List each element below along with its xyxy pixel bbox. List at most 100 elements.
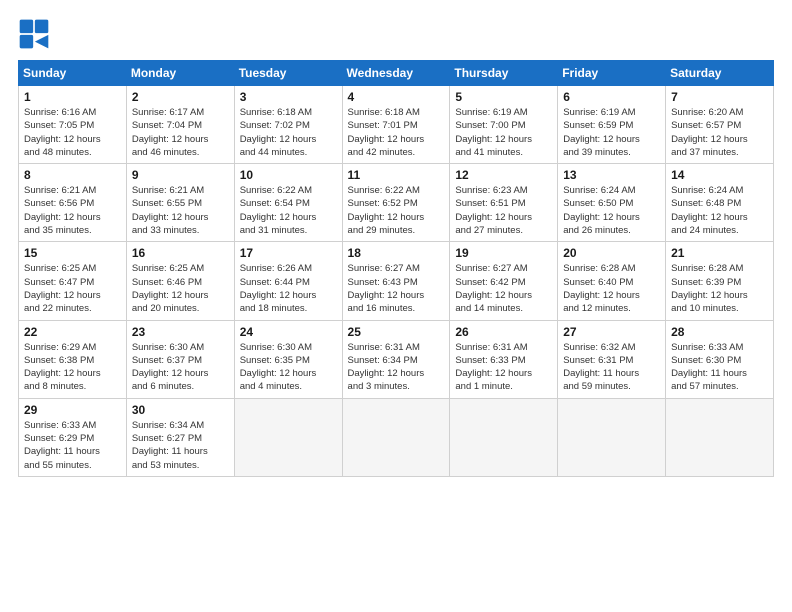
day-info: Sunrise: 6:22 AMSunset: 6:54 PMDaylight:… [240,184,337,237]
day-info: Sunrise: 6:25 AMSunset: 6:47 PMDaylight:… [24,262,121,315]
day-header-sunday: Sunday [19,61,127,86]
day-number: 9 [132,168,229,182]
calendar-table: SundayMondayTuesdayWednesdayThursdayFrid… [18,60,774,477]
day-number: 17 [240,246,337,260]
day-number: 10 [240,168,337,182]
day-number: 2 [132,90,229,104]
calendar-cell: 7 Sunrise: 6:20 AMSunset: 6:57 PMDaylight… [666,86,774,164]
day-info: Sunrise: 6:34 AMSunset: 6:27 PMDaylight:… [132,419,229,472]
calendar-cell: 16 Sunrise: 6:25 AMSunset: 6:46 PMDayligh… [126,242,234,320]
calendar-cell [666,398,774,476]
day-info: Sunrise: 6:27 AMSunset: 6:42 PMDaylight:… [455,262,552,315]
day-info: Sunrise: 6:28 AMSunset: 6:40 PMDaylight:… [563,262,660,315]
calendar-cell: 5 Sunrise: 6:19 AMSunset: 7:00 PMDaylight… [450,86,558,164]
day-info: Sunrise: 6:19 AMSunset: 6:59 PMDaylight:… [563,106,660,159]
calendar-cell: 25 Sunrise: 6:31 AMSunset: 6:34 PMDayligh… [342,320,450,398]
day-number: 24 [240,325,337,339]
day-number: 4 [348,90,445,104]
day-header-saturday: Saturday [666,61,774,86]
day-info: Sunrise: 6:33 AMSunset: 6:30 PMDaylight:… [671,341,768,394]
day-number: 19 [455,246,552,260]
logo-icon [18,18,50,50]
calendar-cell: 9 Sunrise: 6:21 AMSunset: 6:55 PMDaylight… [126,164,234,242]
day-number: 3 [240,90,337,104]
day-info: Sunrise: 6:21 AMSunset: 6:56 PMDaylight:… [24,184,121,237]
day-info: Sunrise: 6:17 AMSunset: 7:04 PMDaylight:… [132,106,229,159]
day-info: Sunrise: 6:32 AMSunset: 6:31 PMDaylight:… [563,341,660,394]
day-info: Sunrise: 6:16 AMSunset: 7:05 PMDaylight:… [24,106,121,159]
day-number: 12 [455,168,552,182]
day-info: Sunrise: 6:31 AMSunset: 6:33 PMDaylight:… [455,341,552,394]
day-info: Sunrise: 6:29 AMSunset: 6:38 PMDaylight:… [24,341,121,394]
calendar-cell: 14Sunrise: 6:24 AMSunset: 6:48 PMDayligh… [666,164,774,242]
day-header-tuesday: Tuesday [234,61,342,86]
calendar-cell: 3Sunrise: 6:18 AMSunset: 7:02 PMDaylight… [234,86,342,164]
calendar-cell [558,398,666,476]
day-number: 15 [24,246,121,260]
week-row-2: 8 Sunrise: 6:21 AMSunset: 6:56 PMDaylight… [19,164,774,242]
day-number: 23 [132,325,229,339]
day-info: Sunrise: 6:22 AMSunset: 6:52 PMDaylight:… [348,184,445,237]
calendar-cell: 21 Sunrise: 6:28 AMSunset: 6:39 PMDayligh… [666,242,774,320]
day-number: 18 [348,246,445,260]
day-number: 22 [24,325,121,339]
calendar-cell [234,398,342,476]
day-info: Sunrise: 6:25 AMSunset: 6:46 PMDaylight:… [132,262,229,315]
calendar-cell: 11Sunrise: 6:22 AMSunset: 6:52 PMDayligh… [342,164,450,242]
day-info: Sunrise: 6:30 AMSunset: 6:37 PMDaylight:… [132,341,229,394]
calendar-cell: 13Sunrise: 6:24 AMSunset: 6:50 PMDayligh… [558,164,666,242]
day-info: Sunrise: 6:26 AMSunset: 6:44 PMDaylight:… [240,262,337,315]
day-number: 1 [24,90,121,104]
day-number: 5 [455,90,552,104]
day-info: Sunrise: 6:28 AMSunset: 6:39 PMDaylight:… [671,262,768,315]
calendar-cell [342,398,450,476]
calendar-cell: 19 Sunrise: 6:27 AMSunset: 6:42 PMDayligh… [450,242,558,320]
calendar-cell: 24 Sunrise: 6:30 AMSunset: 6:35 PMDayligh… [234,320,342,398]
day-info: Sunrise: 6:20 AMSunset: 6:57 PMDaylight:… [671,106,768,159]
day-number: 7 [671,90,768,104]
calendar-cell: 27 Sunrise: 6:32 AMSunset: 6:31 PMDayligh… [558,320,666,398]
day-info: Sunrise: 6:24 AMSunset: 6:50 PMDaylight:… [563,184,660,237]
day-number: 21 [671,246,768,260]
day-number: 25 [348,325,445,339]
logo [18,18,54,50]
calendar-cell: 8 Sunrise: 6:21 AMSunset: 6:56 PMDaylight… [19,164,127,242]
calendar-cell: 30Sunrise: 6:34 AMSunset: 6:27 PMDayligh… [126,398,234,476]
day-info: Sunrise: 6:18 AMSunset: 7:01 PMDaylight:… [348,106,445,159]
calendar-cell: 10 Sunrise: 6:22 AMSunset: 6:54 PMDayligh… [234,164,342,242]
week-row-5: 29Sunrise: 6:33 AMSunset: 6:29 PMDayligh… [19,398,774,476]
calendar-cell: 1 Sunrise: 6:16 AMSunset: 7:05 PMDaylight… [19,86,127,164]
calendar-cell: 12 Sunrise: 6:23 AMSunset: 6:51 PMDayligh… [450,164,558,242]
day-header-wednesday: Wednesday [342,61,450,86]
calendar-cell: 29Sunrise: 6:33 AMSunset: 6:29 PMDayligh… [19,398,127,476]
day-info: Sunrise: 6:19 AMSunset: 7:00 PMDaylight:… [455,106,552,159]
calendar-cell: 2 Sunrise: 6:17 AMSunset: 7:04 PMDaylight… [126,86,234,164]
calendar-page: SundayMondayTuesdayWednesdayThursdayFrid… [0,0,792,612]
header-row: SundayMondayTuesdayWednesdayThursdayFrid… [19,61,774,86]
day-info: Sunrise: 6:27 AMSunset: 6:43 PMDaylight:… [348,262,445,315]
week-row-4: 22 Sunrise: 6:29 AMSunset: 6:38 PMDayligh… [19,320,774,398]
day-number: 16 [132,246,229,260]
calendar-cell: 15 Sunrise: 6:25 AMSunset: 6:47 PMDayligh… [19,242,127,320]
day-header-friday: Friday [558,61,666,86]
calendar-cell: 23 Sunrise: 6:30 AMSunset: 6:37 PMDayligh… [126,320,234,398]
day-number: 26 [455,325,552,339]
day-number: 28 [671,325,768,339]
day-number: 29 [24,403,121,417]
calendar-cell: 28 Sunrise: 6:33 AMSunset: 6:30 PMDayligh… [666,320,774,398]
day-info: Sunrise: 6:21 AMSunset: 6:55 PMDaylight:… [132,184,229,237]
day-number: 20 [563,246,660,260]
header [18,18,774,50]
day-number: 8 [24,168,121,182]
calendar-cell: 18 Sunrise: 6:27 AMSunset: 6:43 PMDayligh… [342,242,450,320]
day-info: Sunrise: 6:31 AMSunset: 6:34 PMDaylight:… [348,341,445,394]
day-number: 27 [563,325,660,339]
day-info: Sunrise: 6:30 AMSunset: 6:35 PMDaylight:… [240,341,337,394]
calendar-cell: 6 Sunrise: 6:19 AMSunset: 6:59 PMDaylight… [558,86,666,164]
day-header-monday: Monday [126,61,234,86]
calendar-cell: 4 Sunrise: 6:18 AMSunset: 7:01 PMDaylight… [342,86,450,164]
calendar-cell: 26 Sunrise: 6:31 AMSunset: 6:33 PMDayligh… [450,320,558,398]
day-info: Sunrise: 6:23 AMSunset: 6:51 PMDaylight:… [455,184,552,237]
day-number: 6 [563,90,660,104]
week-row-1: 1 Sunrise: 6:16 AMSunset: 7:05 PMDaylight… [19,86,774,164]
